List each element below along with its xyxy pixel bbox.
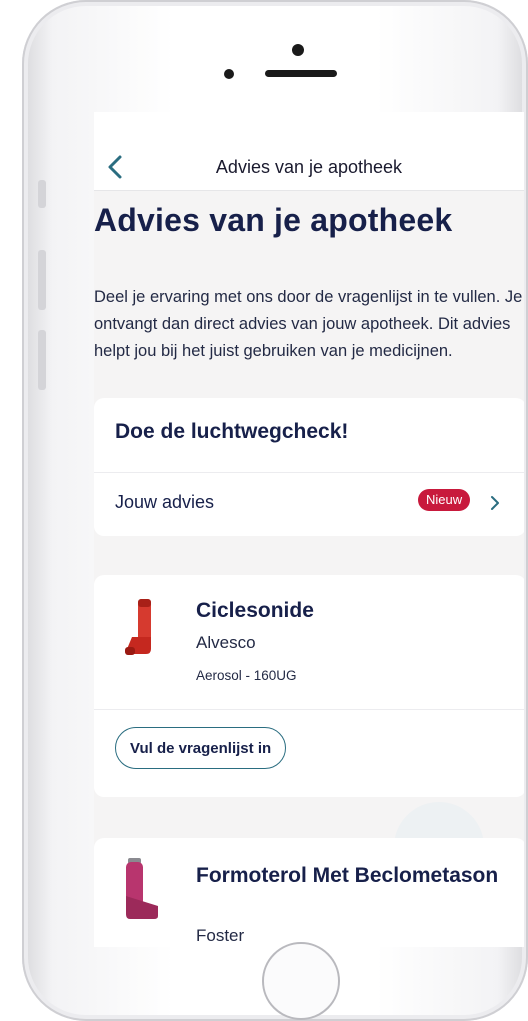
divider (94, 709, 524, 710)
nav-title: Advies van je apotheek (215, 157, 403, 177)
intro-text: Deel je ervaring met ons door de vragenl… (94, 288, 523, 360)
fill-questionnaire-button[interactable]: Vul de vragenlijst in (115, 727, 287, 769)
volume-up-button (38, 250, 46, 310)
earpiece-speaker (265, 70, 337, 77)
airway-check-card: Doe de luchtwegcheck! Jouw advies Nieuw (94, 398, 524, 536)
volume-down-button (38, 330, 46, 390)
camera-dot (292, 44, 304, 56)
mute-switch (38, 180, 46, 208)
airway-check-title: Doe de luchtwegcheck! (115, 420, 349, 443)
front-sensor (224, 69, 234, 79)
your-advice-row[interactable]: Jouw advies Nieuw (94, 472, 524, 536)
medication-card: Formoterol Met Beclometason Foster (94, 838, 524, 947)
phone-frame: Advies van je apotheek Advies van je apo… (22, 0, 528, 1021)
medication-form: Aerosol - 160UG (196, 668, 297, 683)
your-advice-label: Jouw advies (115, 492, 215, 512)
medication-card: Ciclesonide Alvesco Aerosol - 160UG Vul … (94, 575, 524, 797)
chevron-right-icon (489, 493, 501, 513)
medication-brand: Foster (196, 926, 245, 945)
inhaler-icon (122, 597, 164, 657)
page-title: Advies van je apotheek (94, 202, 453, 238)
medication-name: Ciclesonide (196, 599, 314, 622)
app-screen: Advies van je apotheek Advies van je apo… (94, 112, 524, 947)
medication-name: Formoterol Met Beclometason (196, 864, 499, 887)
new-badge: Nieuw (418, 489, 471, 511)
navigation-bar: Advies van je apotheek (94, 112, 524, 191)
inhaler-icon (118, 856, 170, 920)
home-button[interactable] (262, 942, 340, 1020)
medication-brand: Alvesco (196, 633, 256, 652)
